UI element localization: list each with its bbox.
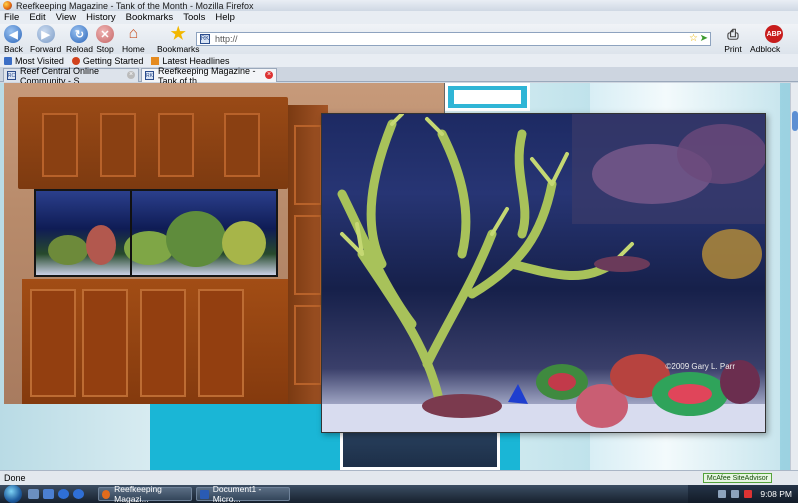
system-tray: 9:08 PM	[688, 485, 798, 503]
show-desktop-icon[interactable]	[28, 489, 39, 499]
taskbar-button-label: Document1 - Micro...	[212, 484, 262, 503]
bookmarks-button[interactable]: ★ Bookmarks	[157, 24, 200, 54]
header-strip-image	[445, 83, 530, 111]
canopy	[18, 97, 288, 189]
home-icon: ⌂	[128, 25, 139, 42]
firefox-icon	[102, 489, 111, 499]
stop-label: Stop	[96, 44, 114, 54]
site-favicon-icon: RK	[200, 34, 210, 44]
stop-icon: ✕	[96, 25, 114, 43]
menu-view[interactable]: View	[56, 12, 76, 23]
menu-help[interactable]: Help	[215, 12, 235, 23]
home-label: Home	[122, 44, 145, 54]
switch-windows-icon[interactable]	[43, 489, 54, 499]
tray-network-icon[interactable]	[718, 490, 727, 498]
taskbar-button-label: Reefkeeping Magazi...	[114, 484, 162, 503]
firefox-logo-icon	[3, 1, 12, 10]
title-bar: Reefkeeping Magazine - Tank of the Month…	[0, 0, 798, 11]
window-title: Reefkeeping Magazine - Tank of the Month…	[16, 0, 254, 11]
status-text: Done	[4, 473, 26, 483]
taskbar-clock[interactable]: 9:08 PM	[760, 489, 792, 499]
menu-bar: File Edit View History Bookmarks Tools H…	[0, 11, 798, 24]
reef-scene	[322, 114, 765, 432]
aquarium-tank	[34, 189, 278, 277]
internet-explorer-icon[interactable]	[58, 489, 69, 499]
tray-volume-icon[interactable]	[731, 490, 740, 498]
close-tab-icon[interactable]: ×	[127, 71, 135, 79]
back-arrow-icon: ◀	[4, 25, 23, 43]
menu-history[interactable]: History	[86, 12, 116, 23]
media-player-icon[interactable]	[73, 489, 84, 499]
bookmark-getting-started[interactable]: Getting Started	[71, 55, 144, 66]
site-favicon-icon: RK	[145, 71, 154, 80]
printer-icon: ⎙	[727, 25, 739, 42]
menu-tools[interactable]: Tools	[183, 12, 205, 23]
print-button[interactable]: ⎙ Print	[724, 25, 742, 55]
reload-button[interactable]: ↻ Reload	[66, 25, 93, 54]
forward-arrow-icon: ▶	[36, 25, 55, 43]
forward-label: Forward	[30, 44, 62, 54]
close-tab-icon[interactable]: ×	[265, 71, 273, 79]
navigation-toolbar: ◀ Back ▶ Forward ↻ Reload ✕ Stop ⌂ Home …	[0, 24, 798, 64]
start-button[interactable]	[4, 485, 22, 503]
menu-edit[interactable]: Edit	[29, 12, 45, 23]
back-label: Back	[4, 44, 23, 54]
page-content: ©2009 Gary L. Parr	[0, 83, 790, 470]
go-arrow-icon[interactable]: ➤	[700, 33, 708, 44]
folder-icon	[4, 56, 12, 65]
taskbar-button-word[interactable]: Document1 - Micro...	[196, 484, 290, 503]
url-input[interactable]	[215, 34, 685, 44]
bookmark-label: Most Visited	[15, 55, 64, 66]
home-button[interactable]: ⌂ Home	[122, 25, 145, 54]
scrollbar-thumb[interactable]	[792, 111, 798, 131]
reload-icon: ↻	[70, 25, 89, 43]
reload-label: Reload	[66, 44, 93, 54]
menu-file[interactable]: File	[4, 12, 19, 23]
firefox-icon	[71, 56, 80, 65]
site-favicon-icon: RC	[7, 71, 16, 80]
mcafee-siteadvisor-button[interactable]: McAfee SiteAdvisor	[702, 473, 772, 483]
word-document-icon	[200, 489, 209, 499]
vertical-scrollbar[interactable]	[790, 83, 798, 470]
status-bar: Done McAfee SiteAdvisor	[0, 470, 798, 485]
tab-reefkeeping-magazine[interactable]: RK Reefkeeping Magazine - Tank of th... …	[141, 66, 277, 86]
star-icon: ★	[170, 24, 186, 43]
bookmark-label: Getting Started	[82, 55, 144, 66]
bookmark-label: Latest Headlines	[162, 55, 230, 66]
taskbar-button-firefox[interactable]: Reefkeeping Magazi...	[98, 484, 192, 503]
print-label: Print	[724, 44, 742, 54]
bookmarks-label: Bookmarks	[157, 44, 200, 54]
reef-closeup-photo[interactable]: ©2009 Gary L. Parr	[321, 113, 766, 433]
cabinet-stand	[22, 279, 288, 404]
forward-button[interactable]: ▶ Forward	[30, 25, 61, 54]
tray-security-icon[interactable]	[744, 490, 753, 498]
windows-taskbar: Reefkeeping Magazi... Document1 - Micro.…	[0, 484, 798, 503]
photo-credit: ©2009 Gary L. Parr	[665, 362, 735, 371]
address-bar[interactable]: RK ☆ ➤	[196, 32, 711, 46]
bookmark-most-visited[interactable]: Most Visited	[4, 56, 64, 66]
back-button[interactable]: ◀ Back	[4, 25, 23, 54]
tab-strip: RC Reef Central Online Community - S... …	[0, 66, 798, 86]
stop-button[interactable]: ✕ Stop	[96, 25, 114, 54]
adblock-plus-icon: ABP	[765, 25, 783, 43]
tab-reef-central[interactable]: RC Reef Central Online Community - S... …	[3, 66, 139, 86]
menu-bookmarks[interactable]: Bookmarks	[126, 12, 174, 23]
bookmark-latest-headlines[interactable]: Latest Headlines	[151, 56, 229, 66]
rss-feed-icon	[151, 56, 160, 65]
bookmark-star-icon[interactable]: ☆	[689, 33, 698, 44]
